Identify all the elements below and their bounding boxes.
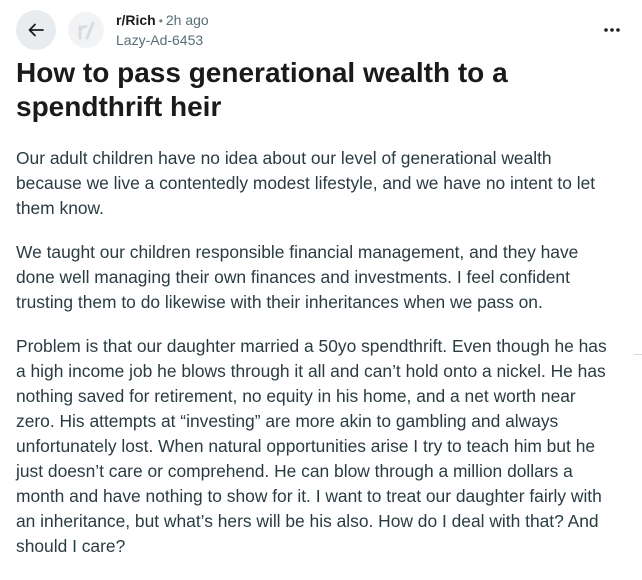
post-time: 2h ago <box>165 12 209 28</box>
more-options-button[interactable] <box>600 18 624 42</box>
post-meta: r/Rich • 2h ago Lazy-Ad-6453 <box>116 11 209 50</box>
post-body: Our adult children have no idea about ou… <box>16 146 616 578</box>
post-header: r/Rich • 2h ago Lazy-Ad-6453 <box>16 10 626 50</box>
author-link[interactable]: Lazy-Ad-6453 <box>116 31 209 50</box>
meta-separator: • <box>158 14 163 28</box>
back-button[interactable] <box>16 10 56 50</box>
arrow-left-icon <box>28 23 44 37</box>
post-paragraph: Problem is that our daughter married a 5… <box>16 336 607 556</box>
post-paragraph: We taught our children responsible finan… <box>16 242 579 312</box>
post-title: How to pass generational wealth to a spe… <box>16 57 508 122</box>
scrollbar-track-mark <box>634 354 642 355</box>
post-paragraph: Our adult children have no idea about ou… <box>16 148 596 218</box>
subreddit-avatar-icon <box>78 21 95 40</box>
meta-line-subreddit: r/Rich • 2h ago <box>116 11 209 31</box>
subreddit-avatar[interactable] <box>68 12 104 48</box>
more-horizontal-icon <box>604 28 620 32</box>
subreddit-link[interactable]: r/Rich <box>116 12 156 28</box>
